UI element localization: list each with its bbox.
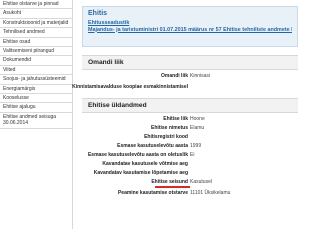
row-label: Esmase kasutuselevõtu aasta on oletuslik [87,152,188,158]
row-kinnistamisavaldus: Kinnistamisavalduse koopiae esmakinnista… [72,84,298,94]
sidebar-item-asukoht[interactable]: Asukoht [0,9,72,19]
sidebar-item-ajalugu[interactable]: Ehitise ajalugu [0,103,72,113]
section-uldandmed: Ehitise üldandmed [82,98,298,113]
row-label: Ehitise seisund [151,179,188,185]
sidebar-item-viited[interactable]: Viited [0,66,72,76]
highlight-underline [155,186,190,188]
sidebar-item-piirangud[interactable]: Valitsemiseni piirangud [0,47,72,57]
row-ehitise-seisund: Ehitise seisund Kasutusel [82,179,298,189]
sidebar-item-dokumendid[interactable]: Dokumendid [0,56,72,66]
main-content: Ehitis Ehitusseadustik Majandus- ja tari… [72,0,300,229]
row-value: 11101 Üksikelamu [190,190,231,196]
row-label: Kavandatav kasutamise lõpetamise aeg [93,170,188,176]
row-kasutamise-otstarve: Peamine kasutamise otstarve 11101 Üksike… [82,190,298,200]
sidebar-item-konstruktsioonid[interactable]: Konstruktsioonid ja materjalid [0,19,72,29]
link-ehitusseadustik[interactable]: Ehitusseadustik [88,20,292,27]
row-value: Ei [190,152,195,158]
row-value: Elamu [190,125,205,131]
row-label: Ehitise liik [163,116,188,122]
row-label: Peamine kasutamise otstarve [117,190,188,196]
row-label: Ehitise nimetus [151,125,188,131]
row-label: Esmase kasutuselevõtu aasta [117,143,188,149]
sidebar-nav: Ehitise olstarve ja pinnad Asukoht Konst… [0,0,73,229]
row-label: Omandi liik [161,73,188,79]
row-value: Kasutusel [190,179,212,185]
sidebar-item-olstarve[interactable]: Ehitise olstarve ja pinnad [0,0,72,10]
row-label: Ehitisregistri kood [144,134,188,140]
row-label: Kinnistamisavalduse koopiae esmakinnista… [72,84,188,90]
sidebar-item-andmed-seisuga[interactable]: Ehitise andmed seisuga 30.06.2014 [0,113,72,129]
banner-title: Ehitis [88,10,108,17]
sidebar-item-kooselusse[interactable]: Kooselusse [0,94,72,104]
row-value: 1999 [190,143,202,149]
info-banner: Ehitis Ehitusseadustik Majandus- ja tari… [82,6,298,47]
row-value: Hoone [190,116,205,122]
section-omandi-liik: Omandi liik [82,55,298,70]
row-value: Kinnisasi [190,73,211,79]
link-maarus[interactable]: Majandus- ja taristuministri 01.07.2015 … [88,27,292,34]
sidebar-item-energiamargis[interactable]: Energiamärgis [0,85,72,95]
sidebar-item-tehnilised-andmed[interactable]: Tehnilised andmed [0,28,72,38]
row-omandi-liik: Omandi liik Kinnisasi [82,73,298,83]
sidebar-item-soojus[interactable]: Soojus- ja jahutussüsteemid [0,75,72,85]
sidebar-item-ehitise-osad[interactable]: Ehitise osad [0,38,72,48]
row-label: Kavandatav kasutusele võtmise aeg [102,161,188,167]
